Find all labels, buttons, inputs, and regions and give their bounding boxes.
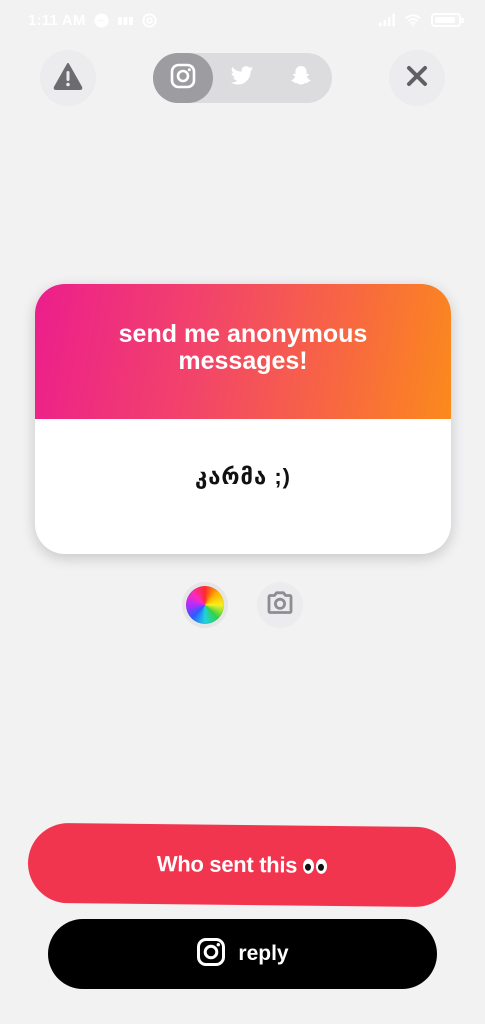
camera-icon [266, 590, 294, 620]
who-sent-this-button[interactable]: Who sent this [27, 822, 457, 908]
card-message: კარმა ;) [195, 463, 291, 489]
card-body: კარმა ;) [35, 419, 451, 554]
instagram-icon [196, 937, 226, 972]
close-button[interactable] [389, 50, 445, 106]
platform-snapchat[interactable] [271, 53, 331, 103]
who-sent-label: Who sent this [156, 851, 298, 878]
eye-right [316, 858, 328, 874]
camera-button[interactable] [257, 582, 303, 628]
reply-button[interactable]: reply [48, 919, 437, 989]
status-time: 1:11 AM [28, 12, 86, 29]
messenger-icon [94, 13, 110, 29]
close-icon [405, 64, 429, 93]
platform-toggle [153, 53, 332, 103]
report-button[interactable] [40, 50, 96, 106]
card-title: send me anonymous messages! [118, 319, 368, 375]
status-bar: 1:11 AM [0, 0, 485, 44]
instagram-icon [170, 63, 196, 94]
wifi-icon [405, 12, 421, 28]
eyes-emoji [303, 858, 328, 874]
battery-fill [435, 17, 455, 23]
anonymous-message-card: send me anonymous messages! კარმა ;) [35, 284, 451, 554]
snapchat-icon [289, 64, 313, 93]
status-right [379, 12, 464, 28]
eye-left [303, 858, 315, 874]
cell-signal-icon [379, 12, 395, 28]
platform-instagram[interactable] [153, 53, 213, 103]
twitter-icon [230, 65, 254, 91]
battery-icon [431, 13, 464, 27]
color-wheel-icon [186, 586, 224, 624]
status-left: 1:11 AM [28, 12, 158, 29]
platform-twitter[interactable] [212, 53, 272, 103]
color-picker-button[interactable] [182, 582, 228, 628]
card-header: send me anonymous messages! [35, 284, 451, 419]
reply-label: reply [238, 942, 289, 965]
at-icon [142, 13, 158, 29]
warning-icon [53, 62, 83, 95]
signal-label-icon [117, 13, 134, 29]
